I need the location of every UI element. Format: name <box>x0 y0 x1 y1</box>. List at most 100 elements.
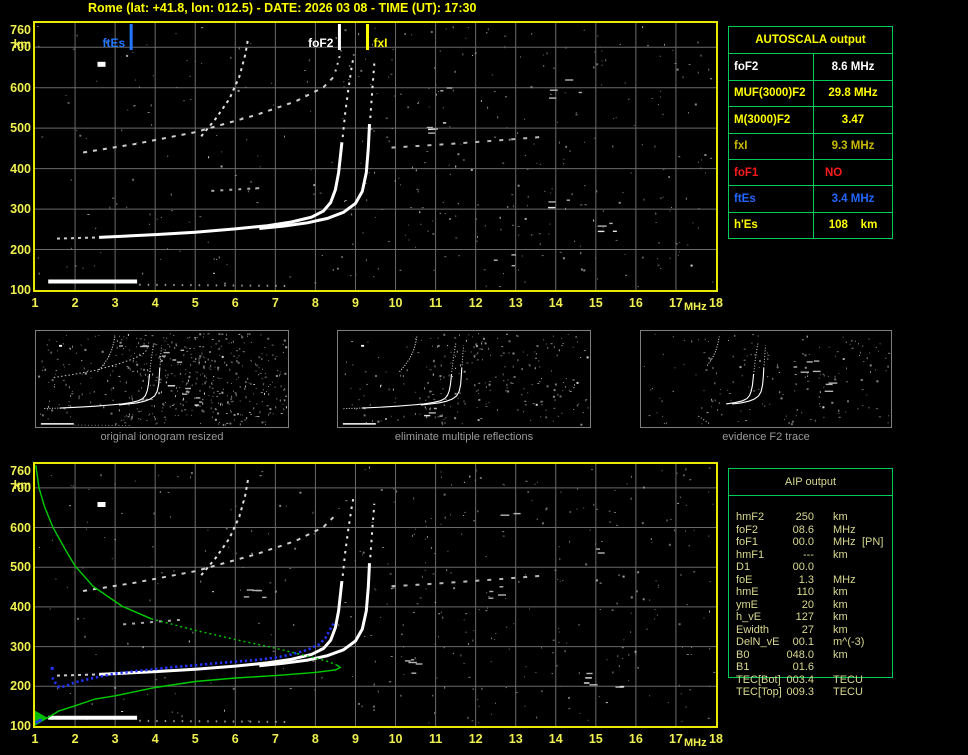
trace-f2-x-mode-top <box>763 345 767 366</box>
y-tick-label: 600 <box>10 80 31 95</box>
parameter-unit: km <box>833 548 848 561</box>
aip-row-TEC[Bot]: TEC[Bot] 003.4 TECU <box>729 674 892 687</box>
x-tick-label: 6 <box>231 296 239 310</box>
y-tick-label: 500 <box>10 560 31 575</box>
aip-row-D1: D1 00.0 <box>729 561 892 574</box>
trace-dashes-460-right <box>391 574 540 588</box>
x-tick-label: 2 <box>71 296 79 310</box>
x-tick-label: 13 <box>508 296 523 310</box>
top-ionogram-plot: ftEs foF2 fxI <box>33 21 718 292</box>
x-tick-label: 4 <box>151 296 159 310</box>
x-tick-label: 16 <box>628 296 643 310</box>
trace-second-hop <box>82 76 335 154</box>
aip-row-foF2: foF2 08.6 MHz <box>729 524 892 537</box>
echo-traces <box>698 336 767 425</box>
x-tick-label: 14 <box>548 732 563 746</box>
aip-row-ymE: ymE 20 km <box>729 599 892 612</box>
aip-row-DelN_vE: DelN_vE 00.1 m^(-3) <box>729 636 892 649</box>
parameter-name: foF2 <box>736 523 759 536</box>
trace-second-hop-curl <box>399 336 418 373</box>
aip-row-hmF2: hmF2 250 km <box>729 511 892 524</box>
grid <box>35 464 716 726</box>
trace-f2-x-mode-top <box>461 345 465 366</box>
noise-speckle <box>37 26 714 288</box>
panel-evidence-f2-trace-canvas <box>643 333 891 426</box>
parameter-value: 29.8 MHz <box>813 80 892 107</box>
autoscala-table-title: AUTOSCALA output <box>755 34 866 47</box>
parameter-value: 08.6 <box>792 523 814 536</box>
trace-second-hop-top <box>334 50 342 72</box>
y-tick-label: 100 <box>10 283 31 297</box>
caption-evidence-f2-trace: evidence F2 trace <box>722 431 810 443</box>
parameter-value: 127 <box>795 611 814 623</box>
aip-row-B0: B0 048.0 km <box>729 649 892 662</box>
x-tick-label: 11 <box>428 732 443 746</box>
x-tick-label: 8 <box>311 296 319 310</box>
autoscala-row-MUF(3000)F2: MUF(3000)F2 29.8 MHz <box>729 79 892 107</box>
x-tick-label: 12 <box>468 296 483 310</box>
parameter-name: D1 <box>736 561 751 573</box>
caption-original-ionogram: original ionogram resized <box>100 431 224 443</box>
parameter-value: 250 <box>795 511 814 523</box>
parameter-flag: [PN] <box>862 536 884 548</box>
panel-original-ionogram-canvas <box>38 333 288 426</box>
parameter-name: ftEs <box>734 192 756 205</box>
parameter-unit: km <box>833 598 848 611</box>
x-tick-label: 9 <box>351 296 359 310</box>
parameter-unit: km <box>833 586 848 598</box>
parameter-value: 00.0 <box>792 561 814 573</box>
x-axis-unit: MHz <box>683 301 707 313</box>
echo-traces <box>48 38 540 287</box>
marker-label-foF2: foF2 <box>308 36 334 50</box>
x-tick-label: 2 <box>71 732 79 746</box>
aip-row-Ewidth: Ewidth 27 km <box>729 624 892 637</box>
trace-f-trace-lead <box>56 673 100 677</box>
trace-f2-x-mode-top <box>369 503 376 558</box>
autoscala-row-foF1: foF1 NO <box>729 158 892 186</box>
parameter-value: 00.1 <box>792 636 814 648</box>
aip-row-B1: B1 01.6 <box>729 661 892 674</box>
parameter-value: --- <box>803 548 814 561</box>
trace-second-hop-curl <box>706 336 720 366</box>
parameter-value: 01.6 <box>792 661 814 673</box>
autoscala-row-fxI: fxI 9.3 MHz <box>729 132 892 159</box>
autoscala-row-M(3000)F2: M(3000)F2 3.47 <box>729 106 892 133</box>
y-tick-label: 700 <box>10 480 31 495</box>
parameter-unit: m^(-3) <box>833 636 865 648</box>
x-tick-label: 15 <box>588 296 603 310</box>
trace-f-trace-lead <box>56 236 100 240</box>
marker-label-fxI: fxI <box>373 36 387 50</box>
trace-second-hop <box>53 350 147 378</box>
parameter-value: 110 <box>796 586 814 598</box>
y-tick-label: 500 <box>10 121 31 136</box>
parameter-name: hmE <box>736 586 759 598</box>
y-tick-label: 700 <box>10 40 31 55</box>
autoscala-row-ftEs: ftEs 3.4 MHz <box>729 185 892 212</box>
parameter-unit: MHz <box>833 536 856 548</box>
y-tick-label: 200 <box>10 242 31 257</box>
x-tick-label: 3 <box>111 732 119 746</box>
parameter-unit: MHz <box>833 573 856 586</box>
parameter-value: 27 <box>801 623 814 636</box>
aip-row-TEC[Top]: TEC[Top] 009.3 TECU <box>729 686 892 699</box>
noise-speckle <box>643 333 891 426</box>
parameter-name: foF2 <box>734 61 759 74</box>
x-axis-unit: MHz <box>683 737 707 749</box>
parameter-unit: km <box>833 511 848 523</box>
parameter-name: Ewidth <box>736 623 770 636</box>
aip-row-foF1: foF1 00.0 MHz [PN] <box>729 536 892 549</box>
y-tick-label: 600 <box>10 520 31 535</box>
restored-trace <box>35 622 335 724</box>
trace-f2-x-mode <box>732 367 765 405</box>
x-tick-label: 11 <box>428 296 443 310</box>
autoscala-row-h'Es: h'Es 108 km <box>729 211 892 238</box>
x-tick-label: 18 <box>709 296 723 310</box>
parameter-value: 20 <box>801 598 814 611</box>
trace-f2-x-mode-top <box>369 63 376 119</box>
top-ionogram-canvas: ftEs foF2 fxI <box>35 23 716 290</box>
aip-table-rows: hmF2 250 km foF2 08.6 MHz foF1 00.0 MHz [PN] hmF1 -… <box>729 511 892 699</box>
x-tick-label: 5 <box>191 296 199 310</box>
parameter-name: h'Es <box>734 219 758 232</box>
trace-f2-x-mode <box>420 367 463 406</box>
parameter-name: B0 <box>736 648 750 661</box>
